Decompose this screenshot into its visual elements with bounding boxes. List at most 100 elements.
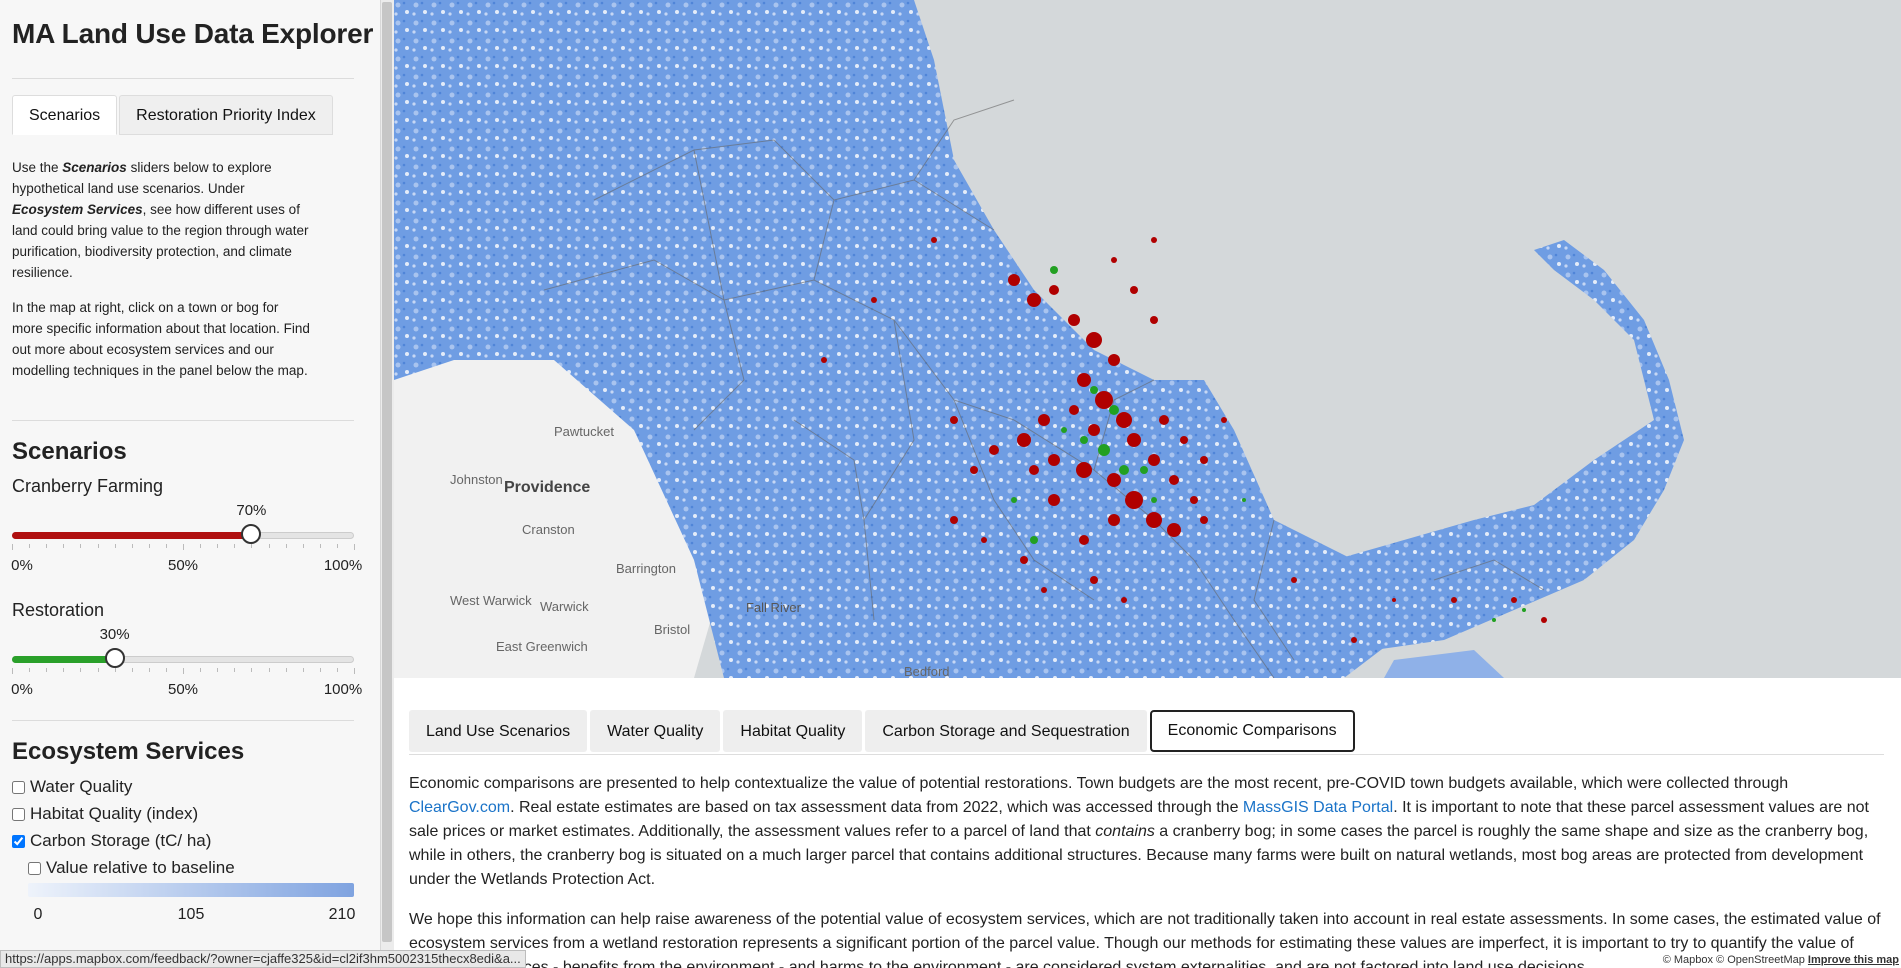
improve-map-link[interactable]: Improve this map xyxy=(1808,954,1899,966)
slider-tick xyxy=(131,544,133,548)
slider-tick xyxy=(217,668,219,672)
map-label-warwick: Warwick xyxy=(540,599,589,614)
slider-tick xyxy=(285,544,287,548)
paragraph-emphasis: contains xyxy=(1095,823,1155,840)
paragraph-text: . Real estate estimates are based on tax… xyxy=(510,799,1243,816)
tab-restoration-priority-index[interactable]: Restoration Priority Index xyxy=(119,95,333,135)
restoration-slider-value: 30% xyxy=(99,626,130,643)
map-attribution: © Mapbox © OpenStreetMap Improve this ma… xyxy=(1660,954,1901,966)
slider-tick xyxy=(29,668,31,672)
sidebar-tabs: Scenarios Restoration Priority Index xyxy=(12,95,335,135)
map-label-east-greenwich: East Greenwich xyxy=(496,639,588,654)
slider-tick xyxy=(217,544,219,548)
slider-tick xyxy=(114,668,116,672)
slider-tick xyxy=(97,668,99,672)
slider-tick xyxy=(319,668,321,672)
legend-min-label: 0 xyxy=(33,906,43,923)
divider xyxy=(12,720,354,721)
slider-tick xyxy=(183,668,184,674)
tab-economic-comparisons[interactable]: Economic Comparisons xyxy=(1149,710,1355,752)
map-label-west-warwick: West Warwick xyxy=(450,593,532,608)
water-quality-checkbox[interactable] xyxy=(12,780,25,794)
slider-tick xyxy=(165,668,167,672)
map-canvas[interactable]: Pawtucket Providence Johnston Cranston W… xyxy=(394,0,1901,678)
slider-tick xyxy=(63,544,65,548)
slider-tick xyxy=(148,544,150,548)
divider xyxy=(12,420,354,421)
massgis-link[interactable]: MassGIS Data Portal xyxy=(1243,799,1393,816)
tick-label-max: 100% xyxy=(323,681,363,698)
tab-carbon-storage[interactable]: Carbon Storage and Sequestration xyxy=(865,710,1147,752)
info-panel-tabs: Land Use Scenarios Water Quality Habitat… xyxy=(409,710,1358,752)
divider xyxy=(409,754,1884,755)
slider-tick xyxy=(268,544,270,548)
slider-tick xyxy=(165,544,167,548)
slider-tick xyxy=(183,544,184,550)
tab-scenarios[interactable]: Scenarios xyxy=(12,95,118,135)
relative-baseline-label: Value relative to baseline xyxy=(46,858,235,877)
slider-tick xyxy=(46,544,48,548)
browser-status-url: https://apps.mapbox.com/feedback/?owner=… xyxy=(0,950,526,968)
divider xyxy=(12,78,354,79)
tab-land-use-scenarios[interactable]: Land Use Scenarios xyxy=(409,710,588,752)
intro-text-map: In the map at right, click on a town or … xyxy=(12,300,310,378)
tick-label-mid: 50% xyxy=(167,681,199,698)
carbon-storage-label: Carbon Storage (tC/ ha) xyxy=(30,831,212,850)
slider-ticks xyxy=(12,544,355,552)
attribution-text: © Mapbox © OpenStreetMap xyxy=(1662,954,1805,966)
slider-tick xyxy=(234,668,236,672)
map-label-bristol: Bristol xyxy=(654,622,690,637)
cleargov-link[interactable]: ClearGov.com xyxy=(409,799,510,816)
slider-tick xyxy=(302,544,304,548)
slider-tick xyxy=(285,668,287,672)
slider-tick xyxy=(319,544,321,548)
slider-tick xyxy=(200,544,202,548)
tab-habitat-quality[interactable]: Habitat Quality xyxy=(723,710,863,752)
tick-label-mid: 50% xyxy=(167,557,199,574)
tab-water-quality[interactable]: Water Quality xyxy=(590,710,721,752)
slider-tick xyxy=(148,668,150,672)
main-content: Pawtucket Providence Johnston Cranston W… xyxy=(394,0,1901,968)
slider-tick xyxy=(46,668,48,672)
slider-tick xyxy=(336,668,338,672)
slider-tick xyxy=(251,668,253,672)
ecosystem-services-heading: Ecosystem Services xyxy=(12,738,245,765)
map-label-cranston: Cranston xyxy=(522,522,575,537)
cranberry-slider-handle[interactable] xyxy=(241,524,262,544)
scenarios-heading: Scenarios xyxy=(12,438,127,465)
restoration-slider-label: Restoration xyxy=(12,600,105,620)
slider-tick xyxy=(302,668,304,672)
app-title: MA Land Use Data Explorer xyxy=(12,18,374,49)
slider-tick xyxy=(12,544,13,550)
slider-fill xyxy=(12,656,115,663)
cranberry-slider-value: 70% xyxy=(236,502,267,519)
cranberry-slider-label: Cranberry Farming xyxy=(12,476,164,496)
habitat-quality-checkbox[interactable] xyxy=(12,807,25,821)
sidebar-scrollbar-thumb[interactable] xyxy=(382,2,392,942)
legend-max-label: 210 xyxy=(328,906,356,923)
map-label-pawtucket: Pawtucket xyxy=(554,424,614,439)
economic-paragraph-1: Economic comparisons are presented to he… xyxy=(409,772,1884,892)
slider-fill xyxy=(12,532,252,539)
slider-tick xyxy=(251,544,253,548)
sidebar: MA Land Use Data Explorer Scenarios Rest… xyxy=(0,0,380,968)
legend-mid-label: 105 xyxy=(177,906,205,923)
slider-tick xyxy=(114,544,116,548)
relative-baseline-option[interactable]: Value relative to baseline xyxy=(28,858,235,878)
relative-baseline-checkbox[interactable] xyxy=(28,861,41,875)
slider-tick xyxy=(80,668,82,672)
restoration-slider-handle[interactable] xyxy=(104,648,125,668)
carbon-storage-checkbox[interactable] xyxy=(12,834,25,848)
carbon-storage-option[interactable]: Carbon Storage (tC/ ha) xyxy=(12,831,211,851)
map-label-providence: Providence xyxy=(504,479,590,496)
map-graphic[interactable]: Pawtucket Providence Johnston Cranston W… xyxy=(394,0,1901,678)
map-label-barrington: Barrington xyxy=(616,561,676,576)
slider-tick xyxy=(29,544,31,548)
slider-tick xyxy=(268,668,270,672)
water-quality-option[interactable]: Water Quality xyxy=(12,777,132,797)
slider-tick xyxy=(336,544,338,548)
slider-tick xyxy=(80,544,82,548)
slider-tick xyxy=(131,668,133,672)
habitat-quality-option[interactable]: Habitat Quality (index) xyxy=(12,804,198,824)
map-label-bedford: Bedford xyxy=(904,664,950,678)
